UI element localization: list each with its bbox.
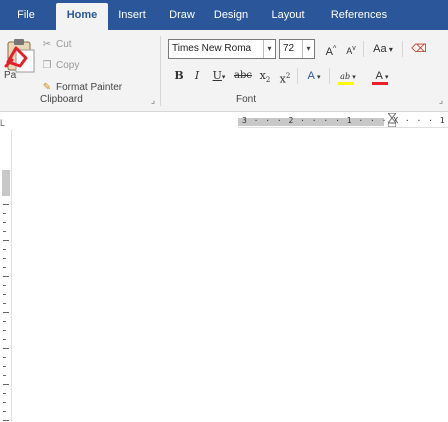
tab-design[interactable]: Design <box>206 0 256 30</box>
superscript-button[interactable]: x2 <box>276 67 294 86</box>
ruler-tick <box>3 276 9 277</box>
document-page[interactable] <box>16 134 448 422</box>
horizontal-ruler[interactable]: 3 · · · 2 · · · · 1 · · · X · · · 1 <box>238 116 448 128</box>
subscript-button[interactable]: x2 <box>256 67 274 85</box>
tab-file[interactable]: File <box>0 0 52 30</box>
shrink-font-icon: Av <box>346 45 356 56</box>
grow-font-button[interactable]: A^ <box>322 40 340 58</box>
ruler-tick <box>3 357 6 358</box>
ruler-tick <box>3 240 9 241</box>
ruler-tick <box>3 267 6 268</box>
underline-label: U <box>212 69 222 82</box>
grow-font-icon: A^ <box>325 45 337 58</box>
underline-button[interactable]: U ▾ <box>208 67 230 85</box>
italic-button[interactable]: I <box>190 67 204 85</box>
eraser-icon: ⌫ <box>411 43 427 55</box>
clear-formatting-button[interactable]: ⌫ <box>410 40 428 58</box>
copy-icon: ❐ <box>42 60 52 71</box>
change-case-label: Aa <box>373 43 387 55</box>
paste-label: Pa <box>4 70 17 81</box>
ruler-margin <box>2 170 10 196</box>
chevron-down-icon[interactable]: ▾ <box>263 40 275 58</box>
cut-label: Cut <box>56 39 72 50</box>
strikethrough-button[interactable]: abc <box>232 67 254 85</box>
ruler-tick <box>3 411 6 412</box>
ruler-tick <box>3 213 6 214</box>
chevron-down-icon[interactable]: ▾ <box>302 40 314 58</box>
font-dialog-launcher-icon[interactable]: ⌟ <box>436 95 446 105</box>
text-effects-label: A <box>307 70 315 82</box>
chevron-down-icon: ▾ <box>386 45 393 54</box>
tab-home[interactable]: Home <box>56 3 108 30</box>
ruler-tick <box>3 294 6 295</box>
ruler-tick <box>3 339 6 340</box>
cut-button[interactable]: ✂ Cut <box>40 37 72 53</box>
copy-label: Copy <box>56 60 80 71</box>
divider <box>402 41 403 57</box>
copy-button[interactable]: ❐ Copy <box>40 58 80 74</box>
ruler-tick <box>3 312 9 313</box>
group-separator <box>160 36 161 106</box>
ruler-tick <box>3 402 6 403</box>
chevron-down-icon: ▾ <box>382 73 389 81</box>
ruler-tick <box>3 348 9 349</box>
text-effects-button[interactable]: A ▾ <box>302 67 326 85</box>
divider <box>297 68 298 84</box>
highlight-color-button[interactable]: ab ▾ <box>334 67 362 85</box>
font-size-combobox[interactable]: 72 ▾ <box>279 39 315 59</box>
font-color-swatch <box>372 82 388 85</box>
font-name-combobox[interactable]: Times New Roma ▾ <box>168 39 276 59</box>
chevron-down-icon: ▾ <box>221 73 226 81</box>
ruler-tick <box>3 222 6 223</box>
superscript-marker: 2 <box>285 72 291 80</box>
tab-draw[interactable]: Draw <box>163 0 201 30</box>
ruler-tick <box>3 204 9 205</box>
ruler-tick <box>3 321 6 322</box>
ruler-tick <box>3 258 6 259</box>
change-case-button[interactable]: Aa ▾ <box>368 40 398 58</box>
shrink-font-button[interactable]: Av <box>342 40 360 58</box>
indent-marker-icon[interactable] <box>388 113 396 127</box>
chevron-down-icon: ▾ <box>350 73 356 81</box>
font-color-label: A <box>375 70 383 82</box>
font-group-label: Font <box>236 94 257 105</box>
tab-layout[interactable]: Layout <box>265 0 311 30</box>
ruler-tick <box>3 303 6 304</box>
vertical-ruler[interactable] <box>0 130 12 422</box>
scissors-icon: ✂ <box>42 39 52 50</box>
divider <box>329 68 330 84</box>
bold-button[interactable]: B <box>172 67 186 85</box>
highlight-color-swatch <box>338 82 354 85</box>
ruler-tick <box>3 231 6 232</box>
subscript-marker: 2 <box>265 76 271 85</box>
divider <box>363 41 364 57</box>
ruler-tick <box>3 375 6 376</box>
tab-references[interactable]: References <box>320 0 398 30</box>
clipboard-group-label: Clipboard <box>40 94 83 105</box>
ruler-tick <box>3 366 6 367</box>
tab-insert[interactable]: Insert <box>110 0 154 30</box>
highlight-icon: ab <box>340 72 351 81</box>
ruler-tick <box>3 393 6 394</box>
font-size-value: 72 <box>283 43 295 54</box>
chevron-down-icon: ▾ <box>314 73 321 81</box>
font-color-button[interactable]: A ▾ <box>368 67 396 85</box>
ruler-tick <box>3 384 9 385</box>
ruler-tick <box>3 420 9 421</box>
ruler-tick <box>3 249 6 250</box>
format-painter-label: Format Painter <box>56 82 123 93</box>
clipboard-dialog-launcher-icon[interactable]: ⌟ <box>148 95 158 105</box>
tab-selector[interactable]: L <box>0 118 5 128</box>
ruler-tick <box>3 330 6 331</box>
ruler-tick <box>3 285 6 286</box>
ruler-ticks: 3 · · · 2 · · · · 1 · · · X · · · 1 <box>242 116 446 125</box>
font-name-value: Times New Roma <box>172 43 252 54</box>
